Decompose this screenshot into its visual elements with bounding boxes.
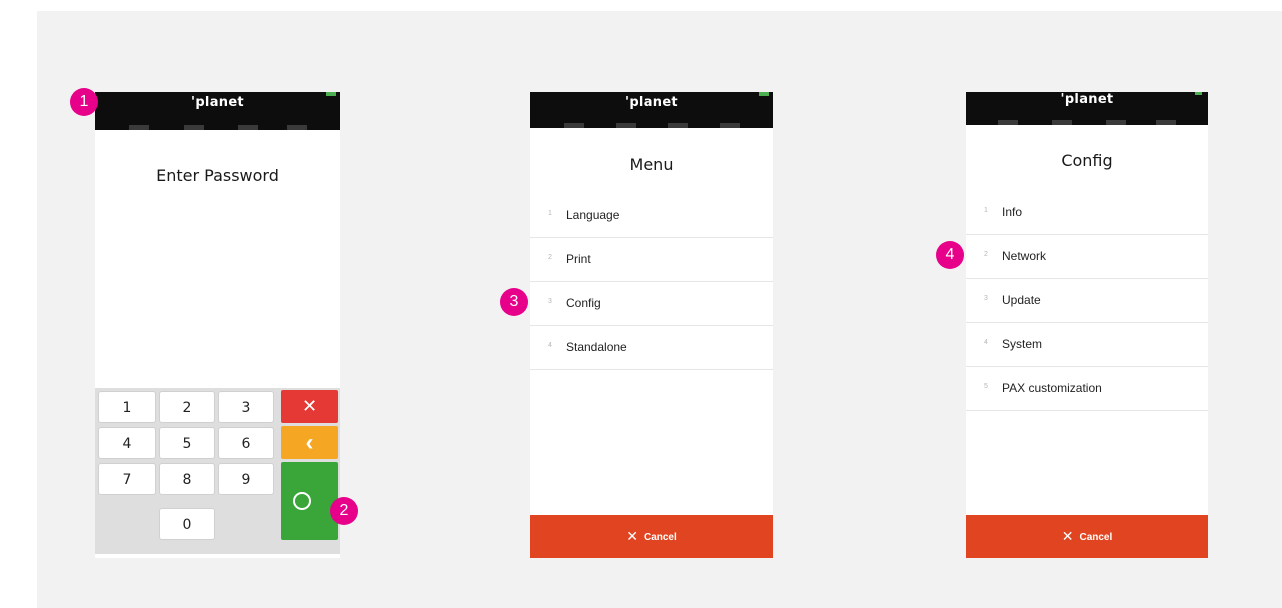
item-number: 3 [548,298,552,305]
key-9[interactable]: 9 [218,463,274,495]
close-icon: ✕ [301,396,318,416]
item-number: 2 [548,254,552,261]
softkey-indicator [668,123,688,128]
key-0[interactable]: 0 [159,508,215,540]
item-number: 3 [984,295,988,302]
chevron-left-icon: ‹ [305,429,314,456]
menu-item-info[interactable]: 1 Info [966,191,1208,235]
item-label: Standalone [566,340,627,354]
menu-item-standalone[interactable]: 4 Standalone [530,326,773,370]
enter-key[interactable] [281,462,338,540]
battery-icon [759,92,769,96]
page-title: Config [1061,151,1113,170]
menu-item-language[interactable]: 1 Language [530,194,773,238]
key-1[interactable]: 1 [98,391,156,423]
page-title: Enter Password [156,166,279,185]
item-label: Language [566,208,620,222]
softkey-indicator [564,123,584,128]
softkey-indicator [616,123,636,128]
step-badge-2: 2 [330,497,358,525]
close-icon: ✕ [626,528,638,544]
key-7[interactable]: 7 [98,463,156,495]
menu-item-pax-customization[interactable]: 5 PAX customization [966,367,1208,411]
step-badge-4: 4 [936,241,964,269]
item-number: 2 [984,251,988,258]
backspace-key[interactable]: ‹ [281,426,338,459]
item-label: Network [1002,249,1047,263]
menu-item-config[interactable]: 3 Config [530,282,773,326]
softkey-indicator [1106,120,1126,125]
planet-logo: 'planet [625,95,678,110]
key-5[interactable]: 5 [159,427,215,459]
menu-item-update[interactable]: 3 Update [966,279,1208,323]
item-label: Info [1002,205,1023,219]
item-label: Config [566,296,601,310]
softkey-indicator [287,125,307,130]
softkey-indicator [1052,120,1072,125]
item-number: 1 [984,207,988,214]
softkey-indicator [720,123,740,128]
planet-logo: 'planet [1060,92,1114,107]
menu-item-system[interactable]: 4 System [966,323,1208,367]
cancel-button[interactable]: ✕ Cancel [530,515,773,558]
item-number: 5 [984,383,988,390]
menu-list: 1 Language 2 Print 3 Config 4 Standalone [530,194,773,370]
terminal-password-screen: 'planet Enter Password 1 2 3 ✕ 4 5 6 ‹ 7… [95,92,340,558]
item-label: Print [566,252,591,266]
key-6[interactable]: 6 [218,427,274,459]
step-badge-1: 1 [70,88,98,116]
cancel-label: Cancel [1079,532,1113,543]
softkey-indicator [129,125,149,130]
clear-key[interactable]: ✕ [281,390,338,423]
softkey-indicator [238,125,258,130]
cancel-label: Cancel [643,532,677,543]
page-title: Menu [629,155,674,174]
battery-icon [326,92,336,96]
status-bar: 'planet [966,92,1208,125]
key-2[interactable]: 2 [159,391,215,423]
battery-icon [1195,92,1202,95]
softkey-indicator [1156,120,1176,125]
softkey-indicator [998,120,1018,125]
item-label: Update [1002,293,1041,307]
menu-item-print[interactable]: 2 Print [530,238,773,282]
key-4[interactable]: 4 [98,427,156,459]
ok-circle-icon [293,492,311,510]
pin-keypad: 1 2 3 ✕ 4 5 6 ‹ 7 8 9 0 [95,388,340,554]
status-bar: 'planet [95,92,340,130]
item-number: 1 [548,210,552,217]
status-bar: 'planet [530,92,773,128]
planet-logo: 'planet [191,95,244,110]
key-3[interactable]: 3 [218,391,274,423]
step-badge-3: 3 [500,288,528,316]
terminal-menu-screen: 'planet Menu 1 Language 2 Print 3 Config… [530,92,773,558]
item-label: PAX customization [1002,381,1102,395]
softkey-indicator [184,125,204,130]
item-number: 4 [984,339,988,346]
key-8[interactable]: 8 [159,463,215,495]
menu-item-network[interactable]: 2 Network [966,235,1208,279]
close-icon: ✕ [1061,528,1074,544]
terminal-config-screen: 'planet Config 1 Info 2 Network 3 Update… [966,92,1208,558]
item-number: 4 [548,342,552,349]
cancel-button[interactable]: ✕ Cancel [966,515,1208,558]
menu-list: 1 Info 2 Network 3 Update 4 System 5 PAX… [966,191,1208,411]
item-label: System [1002,337,1043,351]
